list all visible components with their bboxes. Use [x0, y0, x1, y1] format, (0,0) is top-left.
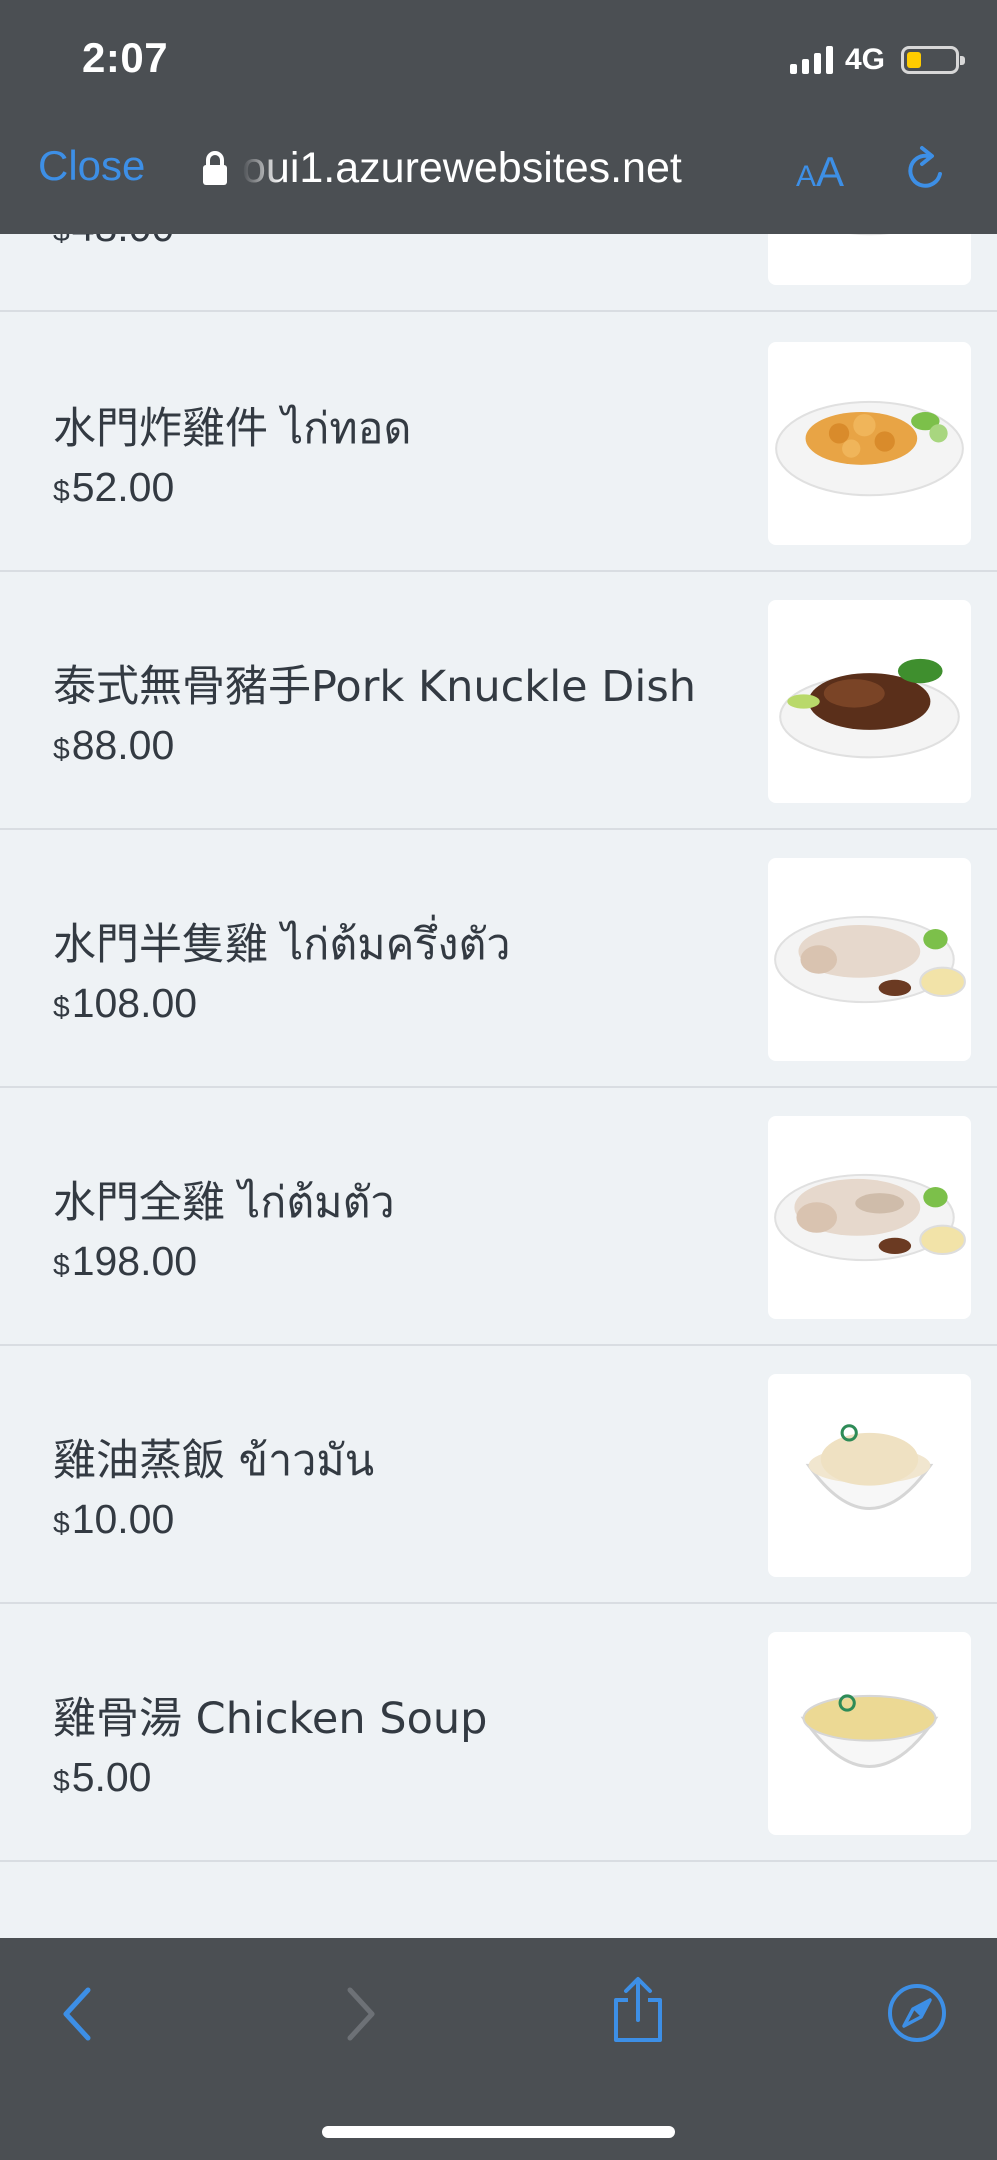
boiled-chicken-half-photo[interactable] — [768, 858, 971, 1061]
item-price: $10.00 — [53, 1496, 174, 1543]
share-icon[interactable] — [610, 1976, 666, 2044]
currency-symbol: $ — [53, 991, 70, 1024]
currency-symbol: $ — [53, 1765, 70, 1798]
status-indicators: 4G — [789, 40, 965, 80]
item-price: $52.00 — [53, 464, 174, 511]
price-value: 88.00 — [71, 722, 175, 768]
item-name: 水門全雞 ไก่ต้มตัว — [53, 1178, 395, 1228]
battery-icon — [901, 46, 965, 74]
item-price: $88.00 — [53, 722, 174, 769]
item-name: 泰式無骨豬手Pork Knuckle Dish — [53, 662, 696, 712]
menu-item[interactable]: 水門全雞 ไก่ต้มตัว $198.00 — [0, 1088, 997, 1346]
status-time: 2:07 — [82, 34, 169, 81]
chicken-soup-photo[interactable] — [768, 1632, 971, 1835]
menu-item[interactable]: 水門炸雞件 ไก่ทอด $52.00 — [0, 314, 997, 572]
menu-list: $48.00 水門炸雞件 ไก่ทอด $52.00 泰式無骨豬手Pork Kn… — [0, 234, 997, 1938]
menu-item[interactable]: 雞油蒸飯 ข้าวมัน $10.00 — [0, 1346, 997, 1604]
compass-icon[interactable] — [886, 1982, 948, 2044]
close-button[interactable]: Close — [38, 142, 145, 190]
pork-knuckle-photo[interactable] — [768, 600, 971, 803]
text-size-small-a: A — [796, 160, 817, 193]
currency-symbol: $ — [53, 733, 70, 766]
fried-chicken-photo[interactable] — [768, 342, 971, 545]
network-type: 4G — [844, 43, 885, 76]
menu-item[interactable]: 泰式無骨豬手Pork Knuckle Dish $88.00 — [0, 572, 997, 830]
lock-icon — [203, 151, 227, 185]
currency-symbol: $ — [53, 1249, 70, 1282]
item-price: $198.00 — [53, 1238, 197, 1285]
browser-top-bar: 2:07 4G Close oui1.azurewebsites.net AA — [0, 0, 997, 234]
price-value: 198.00 — [71, 1238, 198, 1284]
home-indicator[interactable] — [322, 2126, 675, 2138]
currency-symbol: $ — [53, 234, 70, 248]
url-text: oui1.azurewebsites.net — [242, 143, 682, 192]
forward-chevron-icon[interactable] — [344, 1984, 380, 2044]
address-bar[interactable]: oui1.azurewebsites.net — [200, 142, 760, 194]
item-price: $108.00 — [53, 980, 197, 1027]
text-size-big-a: A — [816, 148, 845, 195]
fried-chicken-photo[interactable] — [768, 234, 971, 285]
item-name: 雞骨湯 Chicken Soup — [53, 1694, 488, 1744]
item-name: 雞油蒸飯 ข้าวมัน — [53, 1436, 375, 1486]
currency-symbol: $ — [53, 1507, 70, 1540]
signal-strength-icon — [789, 46, 833, 74]
item-price: $5.00 — [53, 1754, 152, 1801]
item-name: 水門半隻雞 ไก่ต้มครึ่งตัว — [53, 920, 511, 970]
price-value: 48.00 — [72, 234, 175, 250]
price-value: 5.00 — [71, 1754, 152, 1800]
battery-level — [907, 52, 921, 68]
text-size-button[interactable]: AA — [796, 148, 844, 196]
boiled-chicken-whole-photo[interactable] — [768, 1116, 971, 1319]
menu-item[interactable]: 雞骨湯 Chicken Soup $5.00 — [0, 1604, 997, 1862]
item-name: 水門炸雞件 ไก่ทอด — [53, 404, 412, 454]
currency-symbol: $ — [53, 475, 70, 508]
price-value: 108.00 — [71, 980, 198, 1026]
chicken-rice-photo[interactable] — [768, 1374, 971, 1577]
price-value: 10.00 — [71, 1496, 175, 1542]
menu-item[interactable]: $48.00 — [0, 234, 997, 312]
menu-item[interactable]: 水門半隻雞 ไก่ต้มครึ่งตัว $108.00 — [0, 830, 997, 1088]
item-price: $48.00 — [53, 234, 174, 251]
back-chevron-icon[interactable] — [58, 1984, 94, 2044]
price-value: 52.00 — [71, 464, 175, 510]
reload-icon[interactable] — [902, 144, 950, 194]
